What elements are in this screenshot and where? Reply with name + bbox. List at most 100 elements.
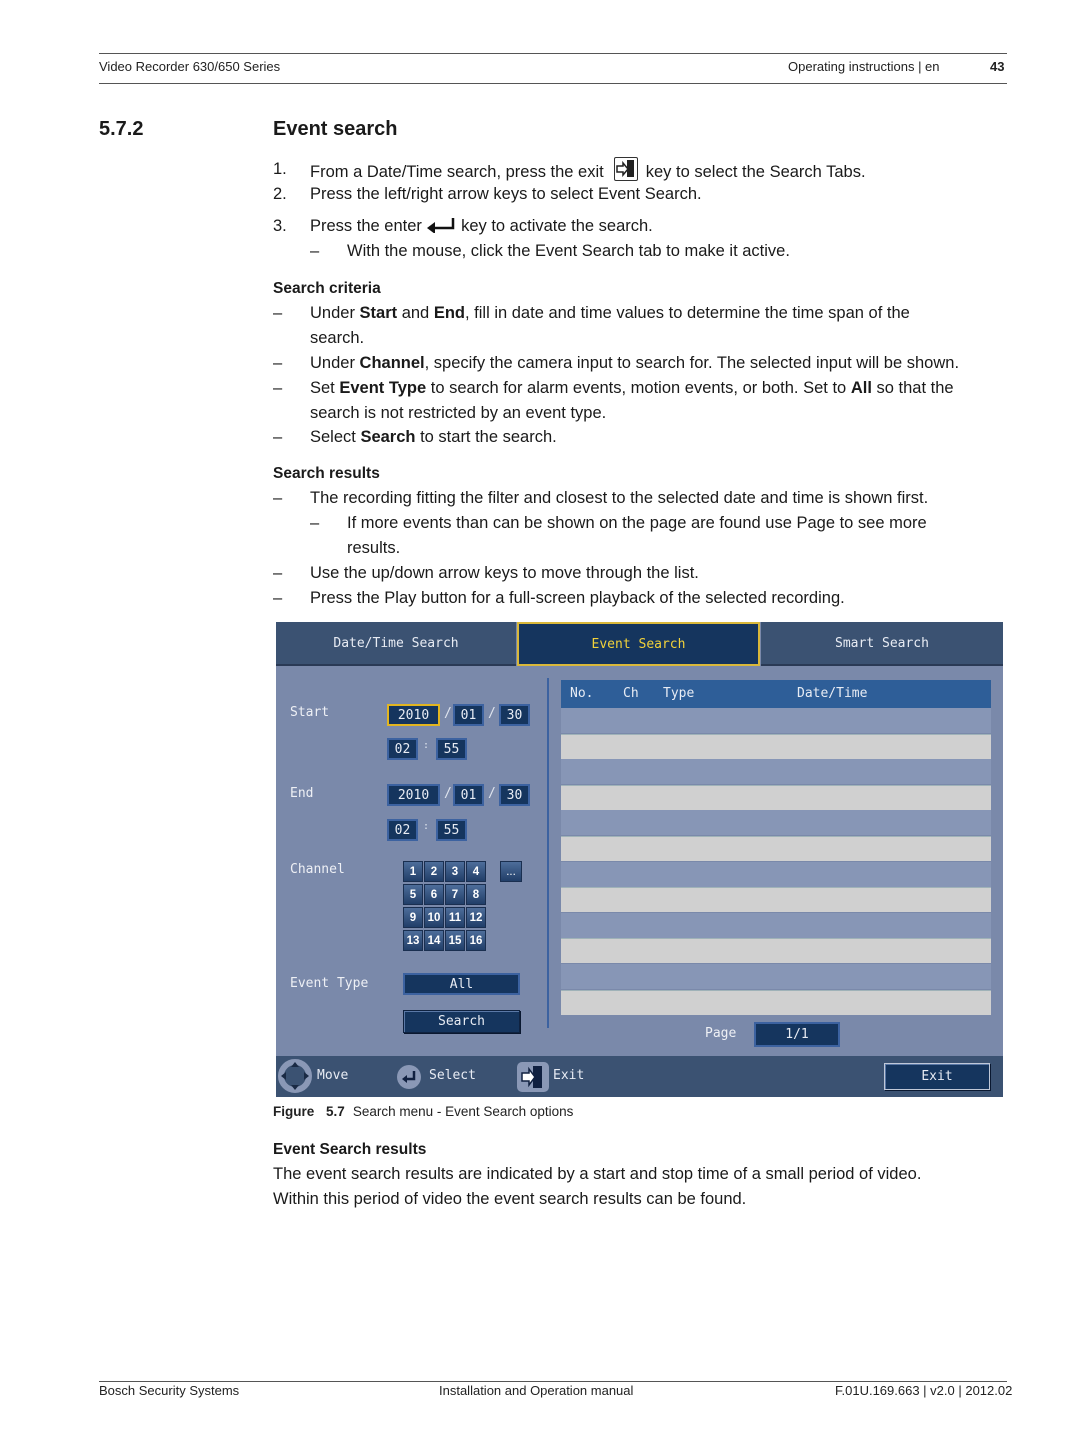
end-day-field[interactable]: 30 bbox=[499, 784, 530, 806]
footer-manual: Installation and Operation manual bbox=[439, 1383, 634, 1398]
channel-button-5[interactable]: 5 bbox=[403, 884, 423, 905]
channel-more-button[interactable]: ... bbox=[500, 861, 522, 882]
enter-icon bbox=[397, 1065, 421, 1089]
event-search-results-heading: Event Search results bbox=[273, 1141, 427, 1158]
bold-search: Search bbox=[360, 428, 416, 446]
channel-button-2[interactable]: 2 bbox=[424, 861, 444, 882]
text: so that the bbox=[871, 379, 954, 397]
list-row[interactable] bbox=[561, 784, 991, 810]
list-row[interactable] bbox=[561, 887, 991, 913]
figure-label: Figure bbox=[273, 1104, 315, 1119]
list-row[interactable] bbox=[561, 810, 991, 836]
time-separator: : bbox=[423, 740, 430, 751]
page-number: 43 bbox=[990, 59, 1005, 74]
channel-button-13[interactable]: 13 bbox=[403, 930, 423, 951]
start-hour-field[interactable]: 02 bbox=[387, 738, 418, 760]
text: Select bbox=[310, 428, 361, 446]
date-separator: / bbox=[488, 706, 496, 721]
channel-button-10[interactable]: 10 bbox=[424, 907, 444, 928]
channel-button-4[interactable]: 4 bbox=[466, 861, 486, 882]
channel-button-3[interactable]: 3 bbox=[445, 861, 465, 882]
channel-button-11[interactable]: 11 bbox=[445, 907, 465, 928]
start-year-field[interactable]: 2010 bbox=[387, 704, 440, 726]
exit-button[interactable]: Exit bbox=[884, 1063, 990, 1090]
results-item-1-sub: If more events than can be shown on the … bbox=[347, 514, 927, 532]
results-list-header: No. Ch Type Date/Time bbox=[561, 680, 991, 708]
bold-event-type: Event Type bbox=[339, 379, 427, 397]
date-separator: / bbox=[444, 706, 452, 721]
text: to start the search. bbox=[415, 428, 557, 446]
channel-button-16[interactable]: 16 bbox=[466, 930, 486, 951]
footer-doc-id: F.01U.169.663 | v2.0 | 2012.02 bbox=[835, 1383, 1013, 1398]
channel-button-9[interactable]: 9 bbox=[403, 907, 423, 928]
tab-event-search[interactable]: Event Search bbox=[517, 622, 760, 666]
results-item-1-sub-line2: results. bbox=[347, 539, 401, 557]
start-minute-field[interactable]: 55 bbox=[436, 738, 467, 760]
bold-start: Start bbox=[359, 304, 398, 322]
end-month-field[interactable]: 01 bbox=[453, 784, 484, 806]
step-3-sub: With the mouse, click the Event Search t… bbox=[347, 242, 790, 260]
event-type-label: Event Type bbox=[290, 976, 369, 991]
list-row[interactable] bbox=[561, 861, 991, 887]
hint-bar: Move Select Exit Exit bbox=[276, 1056, 1003, 1097]
list-row[interactable] bbox=[561, 836, 991, 861]
channel-button-14[interactable]: 14 bbox=[424, 930, 444, 951]
exit-icon bbox=[517, 1062, 549, 1092]
list-row[interactable] bbox=[561, 759, 991, 785]
event-search-results-line1: The event search results are indicated b… bbox=[273, 1165, 922, 1183]
step-number: 1. bbox=[273, 160, 287, 178]
list-row[interactable] bbox=[561, 989, 991, 1015]
channel-button-1[interactable]: 1 bbox=[403, 861, 423, 882]
end-hour-field[interactable]: 02 bbox=[387, 819, 418, 841]
bullet-dash: – bbox=[273, 589, 283, 607]
text: Under bbox=[310, 354, 360, 372]
bold-channel: Channel bbox=[359, 354, 425, 372]
start-month-field[interactable]: 01 bbox=[453, 704, 484, 726]
bullet-dash: – bbox=[273, 489, 283, 507]
channel-button-15[interactable]: 15 bbox=[445, 930, 465, 951]
text: , fill in date and time values to determ… bbox=[465, 304, 910, 322]
bullet-dash: – bbox=[273, 428, 283, 446]
time-separator: : bbox=[423, 821, 430, 832]
bullet-dash: – bbox=[273, 564, 283, 582]
column-date-time: Date/Time bbox=[797, 686, 868, 701]
channel-button-12[interactable]: 12 bbox=[466, 907, 486, 928]
start-day-field[interactable]: 30 bbox=[499, 704, 530, 726]
channel-button-8[interactable]: 8 bbox=[466, 884, 486, 905]
start-label: Start bbox=[290, 705, 330, 720]
section-number: 5.7.2 bbox=[99, 118, 144, 140]
hint-select: Select bbox=[429, 1068, 476, 1083]
criteria-item-2: Under Channel, specify the camera input … bbox=[310, 351, 959, 376]
page-field[interactable]: 1/1 bbox=[754, 1022, 840, 1047]
bullet-dash: – bbox=[310, 514, 320, 532]
list-row[interactable] bbox=[561, 912, 991, 938]
step-2: Press the left/right arrow keys to selec… bbox=[310, 185, 702, 203]
search-criteria-heading: Search criteria bbox=[273, 280, 381, 297]
tab-smart-search[interactable]: Smart Search bbox=[761, 622, 1003, 666]
results-item-3: Press the Play button for a full-screen … bbox=[310, 589, 845, 607]
criteria-item-1: Under Start and End, fill in date and ti… bbox=[310, 301, 910, 326]
event-type-select[interactable]: All bbox=[403, 973, 520, 995]
text: , specify the camera input to search for… bbox=[424, 354, 960, 372]
channel-label: Channel bbox=[290, 862, 345, 877]
header-rule-top bbox=[99, 53, 1007, 54]
end-minute-field[interactable]: 55 bbox=[436, 819, 467, 841]
bullet-dash: – bbox=[273, 354, 283, 372]
step-3-text-a: Press the enter bbox=[310, 217, 422, 235]
list-row[interactable] bbox=[561, 964, 991, 989]
results-item-2: Use the up/down arrow keys to move throu… bbox=[310, 564, 699, 582]
channel-button-6[interactable]: 6 bbox=[424, 884, 444, 905]
end-year-field[interactable]: 2010 bbox=[387, 784, 440, 806]
search-button[interactable]: Search bbox=[403, 1010, 520, 1033]
list-row[interactable] bbox=[561, 733, 991, 759]
figure-number: 5.7 bbox=[326, 1104, 345, 1119]
list-row[interactable] bbox=[561, 708, 991, 733]
channel-button-7[interactable]: 7 bbox=[445, 884, 465, 905]
event-search-results-line2: Within this period of video the event se… bbox=[273, 1190, 747, 1208]
list-row[interactable] bbox=[561, 938, 991, 964]
tab-date-time-search[interactable]: Date/Time Search bbox=[276, 622, 516, 666]
bullet-dash: – bbox=[310, 242, 320, 260]
search-results-heading: Search results bbox=[273, 465, 380, 482]
figure-caption: Figure 5.7 Search menu - Event Search opt… bbox=[273, 1104, 573, 1119]
column-type: Type bbox=[663, 686, 695, 701]
